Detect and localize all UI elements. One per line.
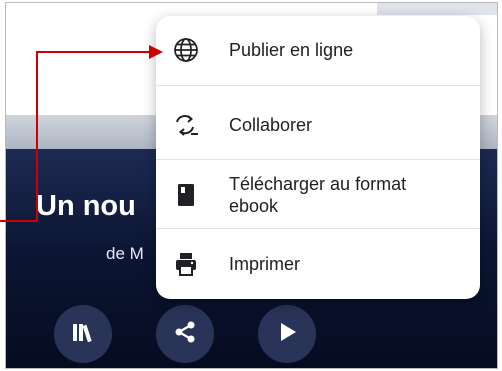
share-icon [172, 319, 198, 350]
collaborate-icon [172, 111, 200, 139]
play-icon [274, 319, 300, 350]
menu-item-collaborate[interactable]: Collaborer [156, 107, 480, 143]
menu-item-label: Publier en ligne [229, 40, 354, 60]
menu-item-publish[interactable]: Publier en ligne [156, 32, 480, 68]
menu-item-label-line1: Télécharger au format [229, 174, 407, 194]
play-button[interactable] [258, 305, 316, 363]
header-strip [377, 3, 497, 15]
book-title: Un nou [36, 190, 136, 222]
menu-item-print[interactable]: Imprimer [156, 246, 480, 282]
share-button[interactable] [156, 305, 214, 363]
menu-item-label: Télécharger au format ebook [229, 173, 406, 217]
menu-divider [156, 159, 480, 160]
menu-item-label-line2: ebook [229, 196, 279, 216]
library-button[interactable] [54, 305, 112, 363]
menu-divider [156, 228, 480, 229]
library-icon [70, 319, 96, 350]
ebook-icon [172, 181, 200, 209]
menu-item-label: Collaborer [229, 115, 313, 135]
book-author: de M [106, 244, 144, 263]
menu-item-label: Imprimer [229, 254, 300, 274]
export-menu: Publier en ligne Collaborer Télécharger … [156, 16, 480, 299]
menu-item-download-ebook[interactable]: Télécharger au format ebook [156, 169, 480, 221]
menu-divider [156, 85, 480, 86]
printer-icon [172, 250, 200, 278]
globe-icon [172, 36, 200, 64]
